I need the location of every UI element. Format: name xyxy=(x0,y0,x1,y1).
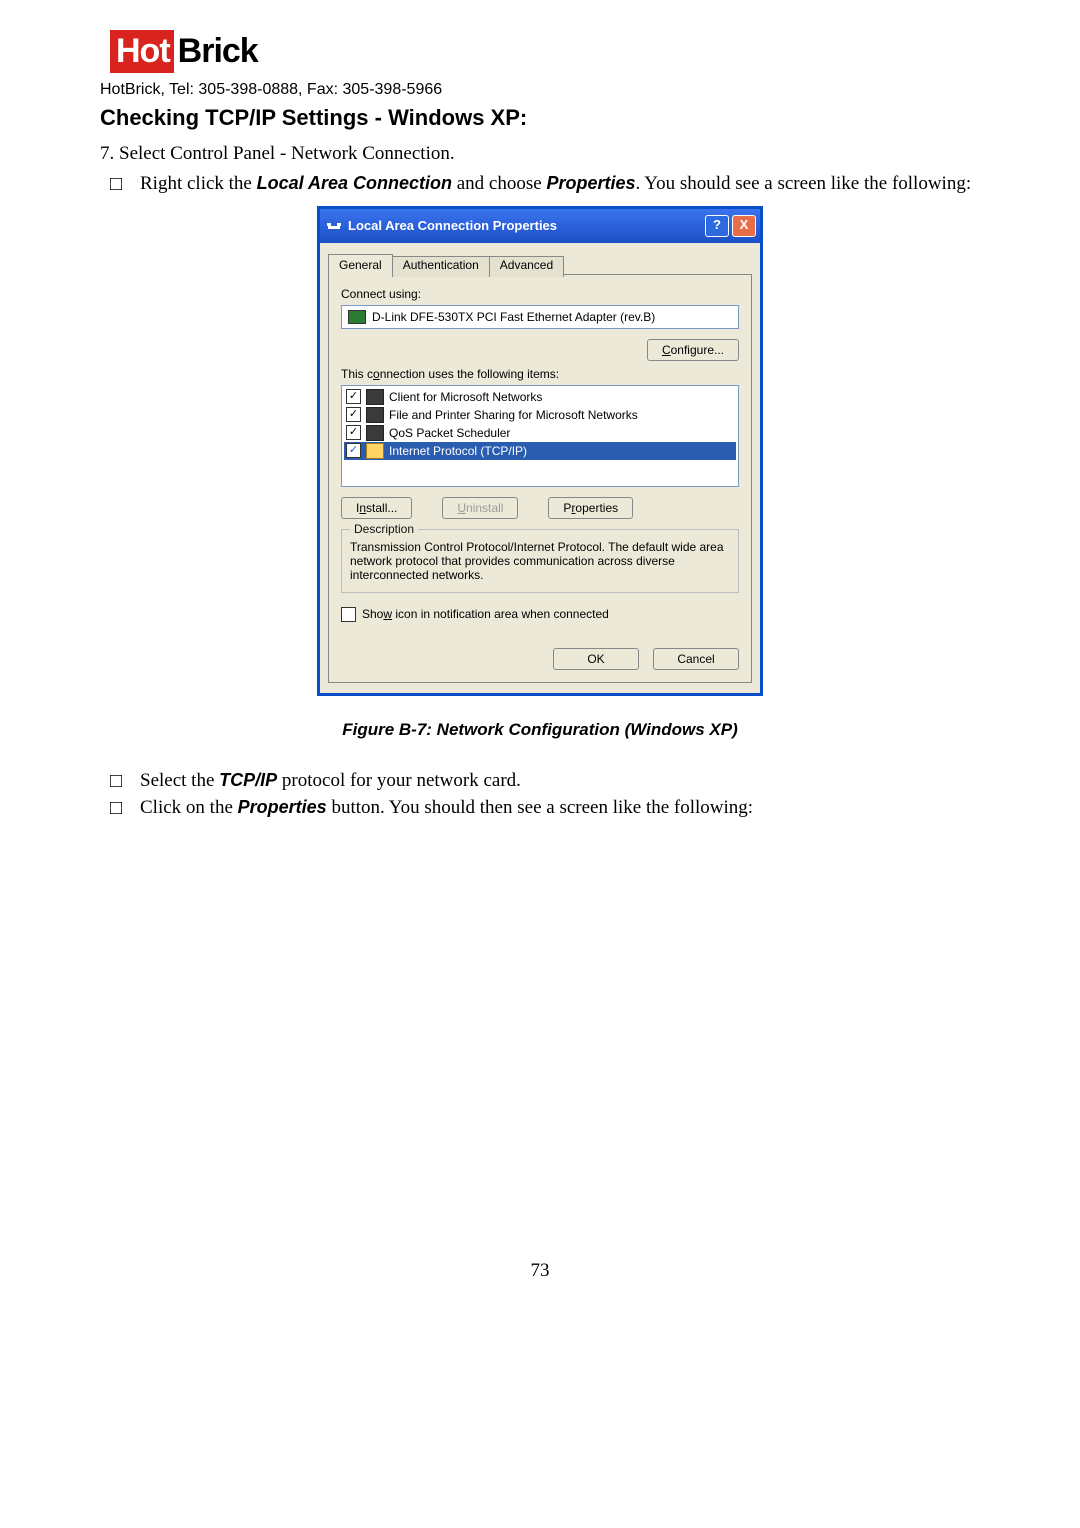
bullet-item-2: Select the TCP/IP protocol for your netw… xyxy=(140,770,980,792)
item-label: Internet Protocol (TCP/IP) xyxy=(389,444,527,458)
checkbox-icon[interactable]: ✓ xyxy=(346,407,361,422)
protocol-icon xyxy=(366,443,384,459)
checkbox-icon[interactable]: ✓ xyxy=(346,425,361,440)
logo-brick: Brick xyxy=(174,30,262,73)
tab-general[interactable]: General xyxy=(328,254,393,275)
bullet-square-icon: □ xyxy=(110,770,140,793)
connection-icon xyxy=(326,218,342,234)
cancel-button[interactable]: Cancel xyxy=(653,648,739,670)
nic-icon xyxy=(348,310,366,324)
bullet-item-3: Click on the Properties button. You shou… xyxy=(140,797,980,819)
description-text: Transmission Control Protocol/Internet P… xyxy=(350,540,730,582)
contact-line: HotBrick, Tel: 305-398-0888, Fax: 305-39… xyxy=(100,81,980,99)
figure-caption: Figure B-7: Network Configuration (Windo… xyxy=(100,720,980,740)
connect-using-label: Connect using: xyxy=(341,287,739,301)
service-icon xyxy=(366,425,384,441)
item-label: Client for Microsoft Networks xyxy=(389,390,542,404)
page-number: 73 xyxy=(100,1260,980,1282)
list-item[interactable]: ✓ QoS Packet Scheduler xyxy=(344,424,736,442)
list-item[interactable]: ✓ Client for Microsoft Networks xyxy=(344,388,736,406)
section-heading: Checking TCP/IP Settings - Windows XP: xyxy=(100,105,980,131)
tabs: General Authentication Advanced xyxy=(320,243,760,274)
install-button[interactable]: Install... xyxy=(341,497,412,519)
dialog-window: Local Area Connection Properties ? X Gen… xyxy=(317,206,763,696)
list-item-selected[interactable]: ✓ Internet Protocol (TCP/IP) xyxy=(344,442,736,460)
show-icon-row[interactable]: Show icon in notification area when conn… xyxy=(341,607,739,622)
logo-hot: Hot xyxy=(110,30,174,73)
uses-items-label: This connection uses the following items… xyxy=(341,367,739,381)
uninstall-button[interactable]: Uninstall xyxy=(442,497,518,519)
adapter-name: D-Link DFE-530TX PCI Fast Ethernet Adapt… xyxy=(372,310,655,324)
checkbox-icon[interactable]: ✓ xyxy=(346,443,361,458)
titlebar: Local Area Connection Properties ? X xyxy=(320,209,760,243)
client-icon xyxy=(366,389,384,405)
checkbox-empty-icon[interactable] xyxy=(341,607,356,622)
logo: HotBrick xyxy=(110,30,980,73)
step-7: 7. Select Control Panel - Network Connec… xyxy=(100,141,980,167)
item-label: QoS Packet Scheduler xyxy=(389,426,510,440)
checkbox-icon[interactable]: ✓ xyxy=(346,389,361,404)
properties-button[interactable]: Properties xyxy=(548,497,633,519)
bullet-item-1: Right click the Local Area Connection an… xyxy=(140,173,980,195)
items-listbox[interactable]: ✓ Client for Microsoft Networks ✓ File a… xyxy=(341,385,739,487)
configure-button[interactable]: Configure... xyxy=(647,339,739,361)
dialog-title: Local Area Connection Properties xyxy=(348,218,702,233)
help-button[interactable]: ? xyxy=(705,215,729,237)
tab-panel-general: Connect using: D-Link DFE-530TX PCI Fast… xyxy=(328,274,752,683)
adapter-field[interactable]: D-Link DFE-530TX PCI Fast Ethernet Adapt… xyxy=(341,305,739,329)
show-icon-label: Show icon in notification area when conn… xyxy=(362,607,609,621)
tab-authentication[interactable]: Authentication xyxy=(392,256,490,277)
close-button[interactable]: X xyxy=(732,215,756,237)
ok-button[interactable]: OK xyxy=(553,648,639,670)
bullet-square-icon: □ xyxy=(110,173,140,196)
service-icon xyxy=(366,407,384,423)
tab-advanced[interactable]: Advanced xyxy=(489,256,564,277)
bullet-square-icon: □ xyxy=(110,797,140,820)
description-legend: Description xyxy=(350,522,418,536)
item-label: File and Printer Sharing for Microsoft N… xyxy=(389,408,638,422)
list-item[interactable]: ✓ File and Printer Sharing for Microsoft… xyxy=(344,406,736,424)
description-group: Description Transmission Control Protoco… xyxy=(341,529,739,593)
